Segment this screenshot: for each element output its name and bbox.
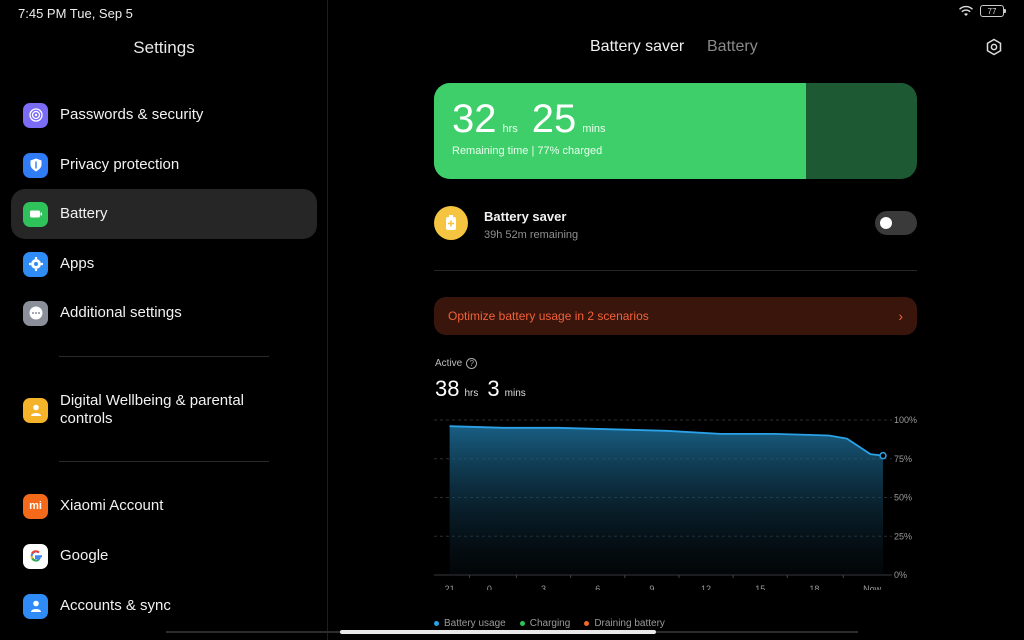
legend-label: Draining battery (594, 618, 665, 629)
more-dots-icon (23, 300, 48, 326)
mi-icon: mi (23, 493, 48, 519)
active-time: 38 hrs 3 mins (435, 376, 530, 402)
remaining-mins: 25 (531, 97, 577, 141)
google-icon (23, 543, 48, 569)
sidebar-item-label: Additional settings (60, 304, 182, 321)
optimize-banner[interactable]: Optimize battery usage in 2 scenarios › (434, 297, 917, 335)
series-area (449, 426, 883, 575)
sidebar-item-label: Xiaomi Account (60, 497, 164, 514)
battery-saver-icon (434, 206, 468, 240)
person-icon (23, 397, 48, 423)
battery-usage-chart: 100% 75% 50% 25% 0% 21 0 3 6 9 12 15 18 Now (434, 415, 917, 590)
scroll-track (166, 631, 340, 633)
sidebar-item-apps[interactable]: Apps (11, 239, 317, 289)
battery-saver-title: Battery saver (484, 209, 567, 224)
sidebar-item-label: Passwords & security (60, 106, 204, 123)
sidebar-item-passwords-security[interactable]: Passwords & security (11, 90, 317, 140)
active-header: Active ? (435, 358, 478, 369)
sidebar-title: Settings (133, 38, 195, 57)
home-indicator[interactable] (340, 630, 656, 634)
legend-draining: Draining battery (584, 618, 665, 629)
legend-battery-usage: Battery usage (434, 618, 506, 629)
y-tick-label: 50% (894, 493, 912, 503)
sidebar-item-label: Google (60, 547, 109, 564)
active-hours-unit: hrs (464, 388, 479, 399)
sidebar-divider (59, 461, 269, 462)
remaining-subtitle: Remaining time | 77% charged (452, 145, 603, 157)
legend-label: Battery usage (444, 618, 506, 629)
active-hours: 38 (435, 376, 460, 401)
battery-panel: Battery saver Battery 32 hrs 25 mins Rem… (329, 0, 1024, 640)
chart-legend: Battery usage Charging Draining battery (434, 618, 665, 629)
section-divider (434, 270, 917, 271)
toggle-knob (880, 217, 892, 229)
legend-charging: Charging (519, 618, 571, 629)
sidebar-item-digital-wellbeing[interactable]: Digital Wellbeing & parental controls (11, 384, 317, 436)
sidebar-item-accounts-sync[interactable]: Accounts & sync (11, 581, 317, 631)
x-tick-label: 18 (809, 584, 819, 590)
x-tick-label: 0 (487, 584, 492, 590)
legend-dot (584, 621, 590, 626)
sidebar-item-label: Apps (60, 255, 95, 272)
x-tick-label: 21 (445, 584, 455, 590)
x-tick-label: 6 (595, 584, 600, 590)
battery-saver-toggle[interactable] (875, 211, 917, 235)
sidebar-item-label: Accounts & sync (60, 597, 171, 614)
gear-icon (23, 251, 48, 277)
tab-battery[interactable]: Battery (707, 38, 758, 56)
battery-saver-row[interactable]: Battery saver 39h 52m remaining (434, 205, 917, 245)
x-tick-label: 15 (755, 584, 765, 590)
battery-saver-subtitle: 39h 52m remaining (484, 229, 579, 241)
privacy-shield-icon (23, 152, 48, 178)
remaining-time-card: 32 hrs 25 mins Remaining time | 77% char… (434, 83, 917, 179)
hours-unit: hrs (502, 123, 518, 135)
account-icon (23, 593, 48, 619)
sidebar-item-battery[interactable]: Battery (11, 189, 317, 239)
x-tick-label: 12 (701, 584, 711, 590)
scroll-track (656, 631, 858, 633)
settings-gear-icon[interactable] (985, 38, 1003, 56)
sidebar-item-google[interactable]: Google (11, 531, 317, 581)
sidebar-item-additional-settings[interactable]: Additional settings (11, 288, 317, 338)
y-tick-label: 25% (894, 531, 912, 541)
legend-dot (519, 621, 525, 626)
sidebar-item-label: Battery (60, 205, 108, 222)
y-tick-label: 0% (894, 570, 907, 580)
sidebar-item-label: Privacy protection (60, 156, 180, 173)
x-tick-label: Now (863, 584, 882, 590)
series-end-point (879, 451, 887, 460)
tab-battery-saver[interactable]: Battery saver (590, 38, 684, 56)
battery-icon (23, 201, 48, 227)
y-tick-label: 75% (894, 454, 912, 464)
sidebar-item-xiaomi-account[interactable]: mi Xiaomi Account (11, 481, 317, 531)
legend-label: Charging (529, 618, 571, 629)
settings-sidebar: Settings Passwords & security Privacy pr… (0, 0, 328, 640)
help-icon[interactable]: ? (466, 358, 478, 369)
chevron-right-icon: › (898, 308, 903, 324)
sidebar-divider (59, 356, 269, 357)
remaining-time: 32 hrs 25 mins (452, 97, 614, 142)
sidebar-item-label: Digital Wellbeing & parental controls (60, 392, 244, 427)
legend-dot (434, 621, 439, 626)
active-label: Active (435, 358, 463, 369)
mins-unit: mins (582, 123, 606, 135)
active-mins: 3 (487, 376, 500, 401)
x-tick-label: 9 (649, 584, 654, 590)
remaining-hours: 32 (452, 97, 497, 141)
active-mins-unit: mins (504, 388, 526, 399)
x-tick-label: 3 (541, 584, 546, 590)
optimize-label: Optimize battery usage in 2 scenarios (448, 309, 649, 323)
y-tick-label: 100% (894, 415, 917, 425)
fingerprint-icon (23, 102, 48, 128)
sidebar-item-privacy-protection[interactable]: Privacy protection (11, 140, 317, 190)
